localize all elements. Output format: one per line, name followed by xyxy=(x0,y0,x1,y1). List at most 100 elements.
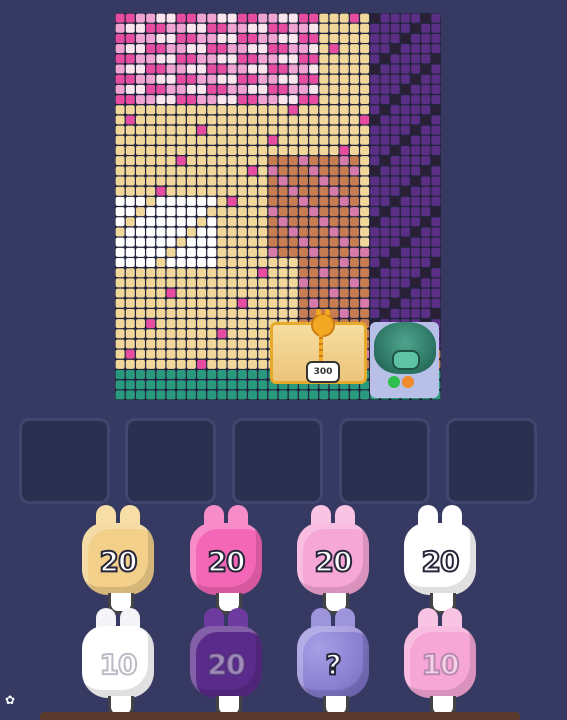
pixel-cell xyxy=(156,156,166,166)
pixel-cell xyxy=(166,176,176,186)
pixel-cell xyxy=(370,268,380,278)
pixel-cell xyxy=(360,176,370,186)
pixel-cell xyxy=(390,227,400,237)
pixel-cell xyxy=(237,258,247,267)
pixel-cell xyxy=(431,247,441,257)
pixel-cell xyxy=(186,370,196,380)
pixel-cell xyxy=(186,135,196,145)
pixel-cell xyxy=(400,288,410,298)
pixel-cell xyxy=(370,196,380,206)
pixel-cell xyxy=(268,23,278,33)
pixel-cell xyxy=(360,156,370,166)
queue-slot[interactable] xyxy=(19,418,110,504)
pixel-cell xyxy=(329,74,339,84)
pixel-cell xyxy=(176,288,186,298)
pixel-cell xyxy=(258,278,268,288)
pixel-cell xyxy=(329,135,339,145)
pixel-cell xyxy=(115,278,125,288)
pixel-cell xyxy=(237,380,247,390)
pixel-cell xyxy=(166,217,176,227)
cabbage-pig-box[interactable] xyxy=(370,322,439,398)
pixel-cell xyxy=(115,339,125,349)
pixel-cell xyxy=(156,268,166,278)
pixel-cell xyxy=(237,105,247,115)
pixel-cell xyxy=(186,44,196,54)
bunny-shooter[interactable]: 20 xyxy=(82,505,154,615)
pixel-cell xyxy=(176,319,186,329)
pixel-cell xyxy=(268,227,278,237)
pixel-cell xyxy=(227,227,237,237)
pixel-cell xyxy=(237,237,247,247)
pixel-cell xyxy=(135,64,145,74)
pixel-cell xyxy=(166,298,176,308)
pixel-cell xyxy=(298,105,308,115)
queue-slot[interactable] xyxy=(232,418,323,504)
pixel-cell xyxy=(288,207,298,217)
pixel-cell xyxy=(176,227,186,237)
pixel-cell xyxy=(339,44,349,54)
pixel-cell xyxy=(360,13,370,23)
bunny-shooter[interactable]: 20 xyxy=(190,505,262,615)
pixel-cell xyxy=(217,33,227,43)
pixel-cell xyxy=(207,74,217,84)
pixel-cell xyxy=(278,237,288,247)
pixel-cell xyxy=(298,247,308,257)
bunny-shooter[interactable]: 10 xyxy=(82,608,154,718)
pixel-cell xyxy=(400,33,410,43)
pixel-cell xyxy=(421,207,431,217)
pixel-cell xyxy=(237,278,247,288)
pixel-cell xyxy=(207,105,217,115)
pixel-cell xyxy=(227,258,237,267)
pixel-cell xyxy=(197,115,207,125)
pixel-cell xyxy=(207,125,217,135)
pixel-cell xyxy=(197,258,207,267)
pixel-cell xyxy=(339,298,349,308)
pixel-cell xyxy=(135,339,145,349)
pixel-cell xyxy=(115,186,125,196)
pixel-cell xyxy=(288,268,298,278)
pixel-cell xyxy=(298,166,308,176)
pixel-cell xyxy=(339,247,349,257)
pixel-cell xyxy=(248,288,258,298)
pixel-cell xyxy=(380,227,390,237)
gear-icon[interactable]: ✿ xyxy=(5,693,15,707)
pixel-cell xyxy=(370,186,380,196)
pixel-cell xyxy=(115,166,125,176)
pixel-cell xyxy=(370,125,380,135)
queue-slot[interactable] xyxy=(125,418,216,504)
queue-slot[interactable] xyxy=(339,418,430,504)
pixel-cell xyxy=(156,308,166,318)
pixel-cell xyxy=(135,370,145,380)
pixel-cell xyxy=(166,390,176,400)
queue-slot[interactable] xyxy=(446,418,537,504)
pixel-cell xyxy=(380,64,390,74)
pixel-cell xyxy=(319,74,329,84)
pixel-cell xyxy=(176,268,186,278)
pixel-cell xyxy=(349,298,359,308)
pixel-cell xyxy=(248,13,258,23)
pixel-cell xyxy=(390,44,400,54)
bunny-shooter[interactable]: ? xyxy=(297,608,369,718)
pixel-cell xyxy=(268,298,278,308)
pixel-cell xyxy=(227,44,237,54)
pixel-cell xyxy=(411,217,421,227)
pixel-cell xyxy=(207,308,217,318)
pixel-cell xyxy=(146,44,156,54)
bunny-shooter[interactable]: 20 xyxy=(404,505,476,615)
pixel-cell xyxy=(227,13,237,23)
pixel-cell xyxy=(309,207,319,217)
pixel-cell xyxy=(186,207,196,217)
pixel-cell xyxy=(400,115,410,125)
pixel-cell xyxy=(125,105,135,115)
pixel-cell xyxy=(186,84,196,94)
pixel-cell xyxy=(298,74,308,84)
bunny-shooter[interactable]: 10 xyxy=(404,608,476,718)
pixel-cell xyxy=(309,44,319,54)
bunny-shooter[interactable]: 20 xyxy=(190,608,262,718)
pixel-cell xyxy=(176,95,186,105)
bunny-shooter[interactable]: 20 xyxy=(297,505,369,615)
pixel-cell xyxy=(349,156,359,166)
pixel-cell xyxy=(339,156,349,166)
pixel-cell xyxy=(237,268,247,278)
pixel-cell xyxy=(400,13,410,23)
